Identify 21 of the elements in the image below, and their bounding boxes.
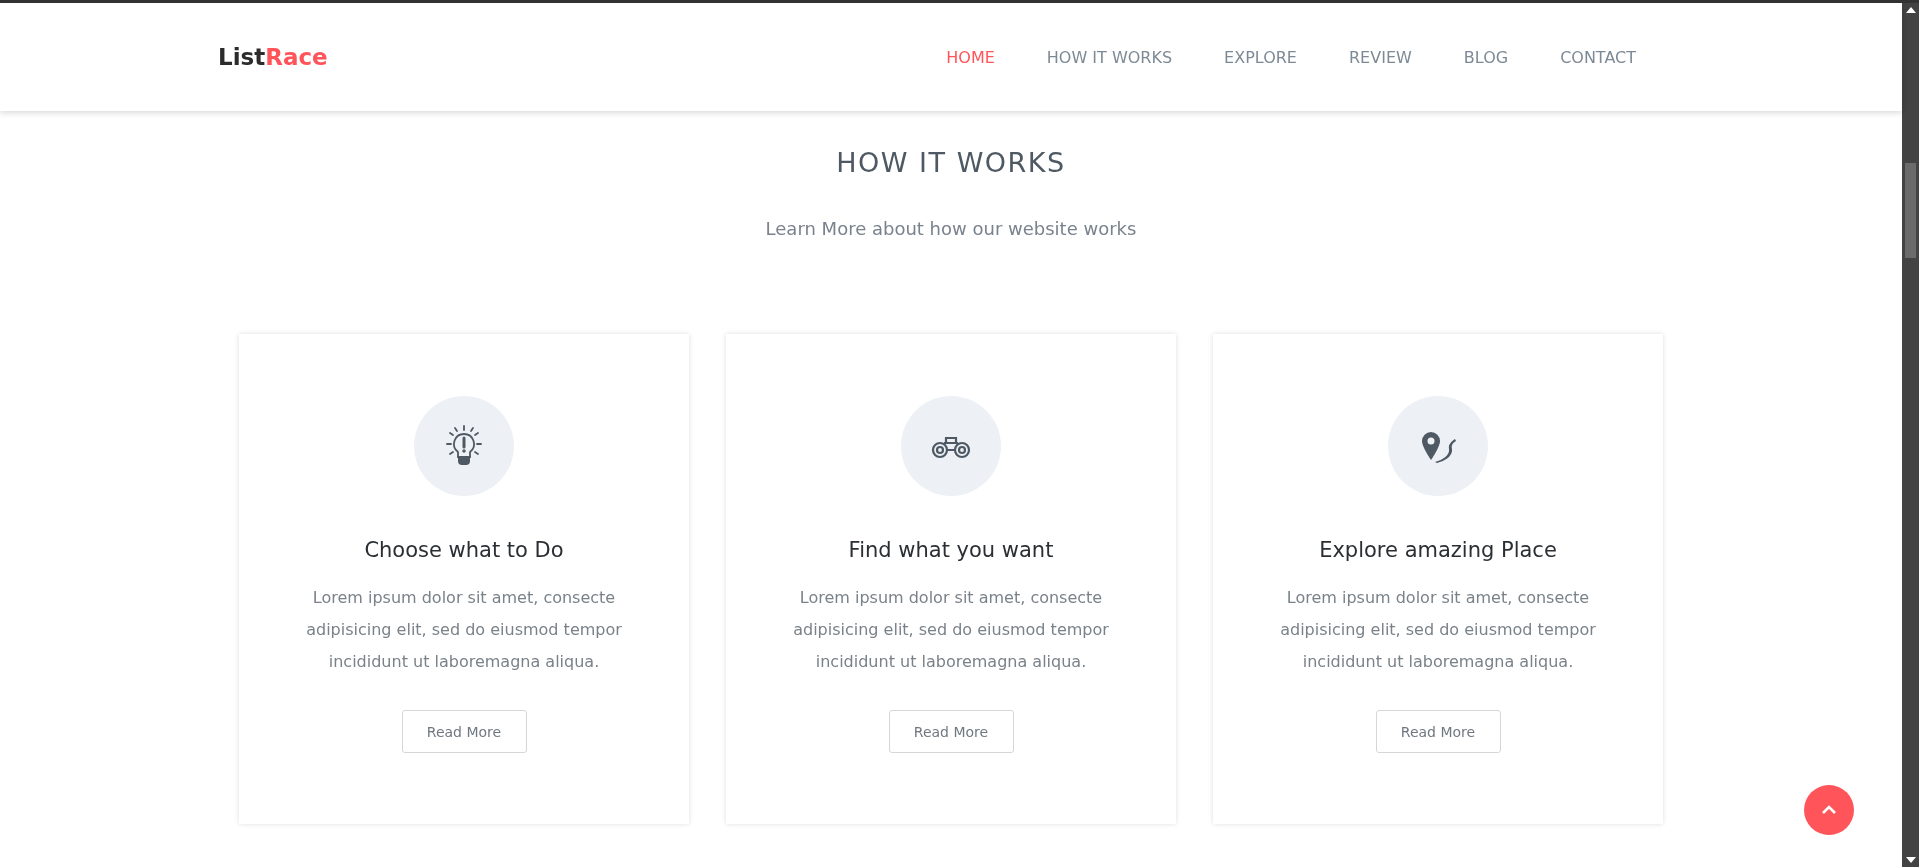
read-more-button[interactable]: Read More: [401, 710, 527, 753]
card-text: Lorem ipsum dolor sit amet, consecte adipisicing elit, sed do eiusmod tempor incididunt ut laboremagna aliqua.: [1279, 587, 1597, 673]
read-more-button[interactable]: Read More: [888, 710, 1014, 753]
nav-link[interactable]: EXPLORE: [1224, 47, 1297, 67]
nav-link[interactable]: REVIEW: [1349, 47, 1412, 67]
section-title: HOW IT WORKS: [836, 147, 1066, 178]
card-title: Find what you want: [848, 538, 1054, 562]
read-more-button[interactable]: Read More: [1375, 710, 1501, 753]
card-title: Choose what to Do: [364, 538, 564, 562]
scrollbar[interactable]: [1902, 3, 1919, 867]
nav-link[interactable]: HOW IT WORKS: [1046, 47, 1173, 67]
nav-link[interactable]: HOME: [946, 47, 995, 67]
section-subtitle: Learn More about how our website works: [765, 218, 1137, 239]
scroll-to-top-button[interactable]: [1804, 785, 1854, 835]
card-text: Lorem ipsum dolor sit amet, consecte adipisicing elit, sed do eiusmod tempor incididunt ut laboremagna aliqua.: [792, 587, 1110, 673]
chevron-up-icon: [1820, 804, 1838, 816]
card-text: Lorem ipsum dolor sit amet, consecte adipisicing elit, sed do eiusmod tempor incididunt ut laboremagna aliqua.: [305, 587, 623, 673]
nav-link[interactable]: CONTACT: [1560, 47, 1636, 67]
card-title: Explore amazing Place: [1319, 538, 1557, 562]
nav-link[interactable]: BLOG: [1463, 47, 1509, 67]
logo[interactable]: ListRace: [218, 44, 328, 70]
